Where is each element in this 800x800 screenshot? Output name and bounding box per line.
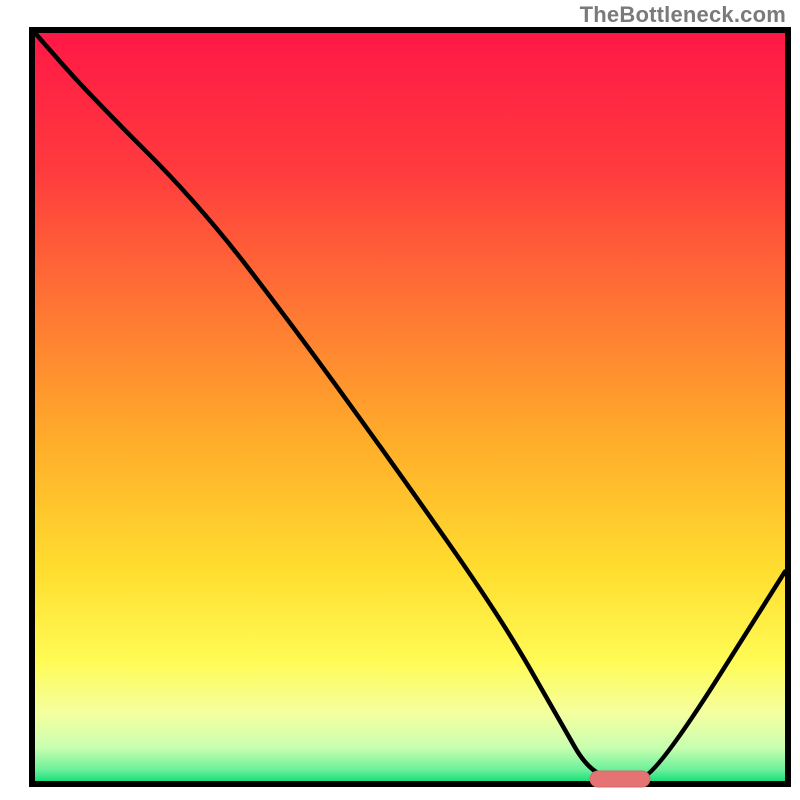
bottleneck-chart [0, 0, 800, 800]
optimum-marker [590, 771, 650, 787]
plot-background [35, 33, 785, 781]
attribution-text: TheBottleneck.com [580, 2, 786, 28]
